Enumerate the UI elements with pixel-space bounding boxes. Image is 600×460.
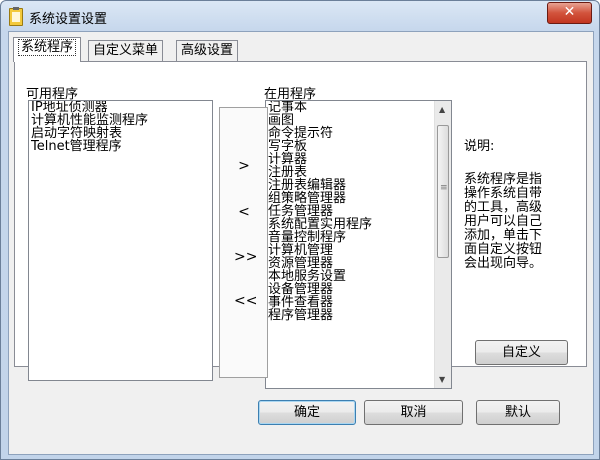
default-button[interactable]: 默认: [476, 400, 560, 425]
dialog-window: 系统设置设置 ✕ 系统程序 自定义菜单 高级设置 可用程序 IP地址侦测器 计算机…: [0, 0, 600, 460]
window-title: 系统设置设置: [29, 12, 108, 27]
scroll-grip-icon: ≡: [440, 183, 448, 193]
tab-system-programs[interactable]: 系统程序: [13, 37, 82, 62]
list-item[interactable]: 程序管理器: [266, 309, 451, 322]
cancel-button[interactable]: 取消: [364, 400, 463, 425]
scroll-up-arrow-icon[interactable]: ▲: [439, 105, 445, 114]
description-line: 会出现向导。: [464, 256, 543, 271]
move-button-panel: > < >> <<: [219, 107, 268, 378]
tab-advanced-settings[interactable]: 高级设置: [176, 40, 239, 61]
scroll-thumb[interactable]: ≡: [437, 125, 449, 258]
description-title: 说明:: [464, 139, 495, 154]
ok-button[interactable]: 确定: [258, 400, 356, 425]
move-left-button[interactable]: <: [234, 204, 254, 220]
dialog-client-area: 系统程序 自定义菜单 高级设置 可用程序 IP地址侦测器 计算机性能监测程序 启动字…: [8, 31, 594, 455]
description-text: 系统程序是指 操作系统自带 的工具，高级 用户可以自己 添加，单击下 面自定义按…: [464, 173, 542, 271]
move-all-right-button[interactable]: >>: [234, 249, 257, 265]
move-all-left-button[interactable]: <<: [234, 293, 257, 309]
available-programs-list[interactable]: IP地址侦测器 计算机性能监测程序 启动字符映射表 Telnet管理程序: [28, 100, 213, 381]
move-right-button[interactable]: >: [234, 158, 254, 174]
title-bar[interactable]: 系统设置设置 ✕: [1, 1, 599, 31]
tab-label: 系统程序: [18, 39, 77, 56]
in-use-programs-list[interactable]: 记事本 画图 命令提示符 写字板 计算器 注册表 注册表编辑器 组策略管理器 任务管理器 系统配置…: [265, 100, 452, 389]
description-line: 添加，单击下: [464, 228, 543, 243]
description-line: 操作系统自带: [464, 186, 543, 201]
close-button[interactable]: ✕: [547, 2, 592, 24]
description-line: 面自定义按钮: [464, 242, 543, 257]
tab-custom-menu[interactable]: 自定义菜单: [88, 40, 164, 61]
scroll-down-arrow-icon[interactable]: ▼: [439, 375, 445, 384]
tab-panel: 可用程序 IP地址侦测器 计算机性能监测程序 启动字符映射表 Telnet管理程序 在…: [14, 61, 587, 389]
list-item[interactable]: Telnet管理程序: [29, 140, 212, 153]
description-line: 用户可以自己: [464, 214, 543, 229]
description-line: 系统程序是指: [464, 172, 543, 187]
app-clipboard-icon: [9, 7, 23, 26]
customize-button[interactable]: 自定义: [475, 340, 568, 365]
vertical-scrollbar[interactable]: ▲ ≡ ▼: [434, 101, 451, 388]
description-line: 的工具，高级: [464, 200, 543, 215]
